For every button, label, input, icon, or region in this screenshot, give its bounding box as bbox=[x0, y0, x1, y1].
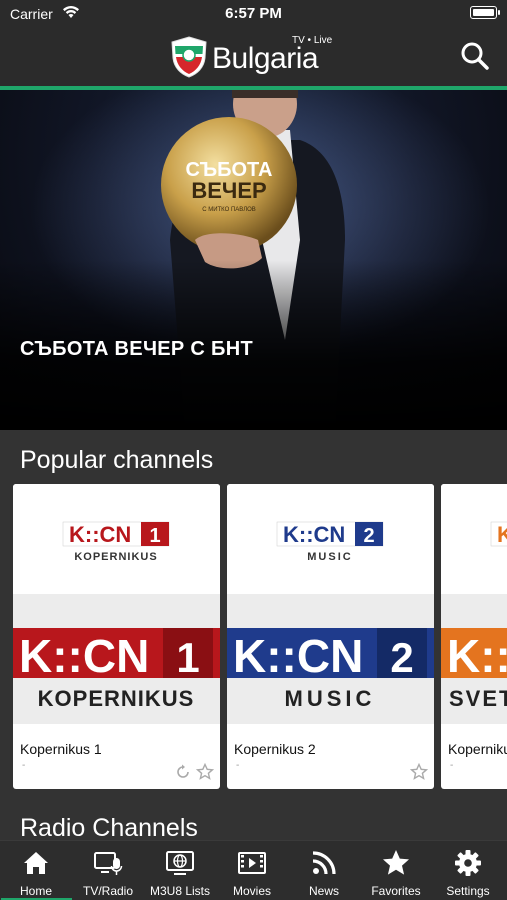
search-icon[interactable] bbox=[459, 40, 491, 72]
channel-actions bbox=[410, 763, 428, 783]
svg-text:2: 2 bbox=[363, 525, 374, 547]
svg-text:K::CN: K::CN bbox=[69, 522, 131, 547]
logo-wordmark: Bulgaria bbox=[212, 42, 319, 75]
tab-tv-radio[interactable]: TV/Radio bbox=[72, 841, 144, 900]
tab-m3u8-lists[interactable]: M3U8 Lists bbox=[144, 841, 216, 900]
svg-text:K::CN: K::CN bbox=[19, 630, 149, 682]
popular-channels-heading: Popular channels bbox=[20, 446, 214, 474]
logo-subtitle: TV • Live bbox=[292, 35, 333, 46]
channel-name: Kopernikus 2 bbox=[234, 741, 316, 757]
art-title-line2: ВЕЧЕР bbox=[191, 178, 266, 203]
channel-subtitle: - bbox=[236, 760, 240, 771]
home-icon bbox=[24, 852, 48, 874]
channel-card[interactable]: K::CN 2 MUSIC K::CN 2 MUSIC Kopernikus 2… bbox=[227, 484, 434, 789]
refresh-icon[interactable] bbox=[174, 763, 192, 781]
gear-icon bbox=[455, 850, 481, 876]
channel-logo-area: K::CN 2 MUSIC bbox=[227, 484, 434, 594]
channel-logo: K::CN 2 MUSIC bbox=[276, 521, 384, 563]
app-screen: Carrier 6:57 PM Bulgaria TV • Live СЪБОТ… bbox=[0, 0, 507, 900]
svg-text:KOPERNIKUS: KOPERNIKUS bbox=[38, 686, 195, 711]
tab-label: Settings bbox=[446, 884, 490, 898]
svg-text:K::CN: K::CN bbox=[447, 630, 507, 682]
channel-name: Kopernikus 1 bbox=[20, 741, 102, 757]
tab-settings[interactable]: Settings bbox=[432, 841, 504, 900]
nav-bar: Bulgaria TV • Live bbox=[0, 28, 507, 86]
tab-movies[interactable]: Movies bbox=[216, 841, 288, 900]
app-logo: Bulgaria TV • Live bbox=[168, 32, 343, 82]
tab-home[interactable]: Home bbox=[0, 841, 72, 900]
featured-title: СЪБОТА ВЕЧЕР С БНТ bbox=[20, 338, 253, 360]
svg-text:K::CN: K::CN bbox=[233, 630, 363, 682]
channel-subtitle: - bbox=[22, 760, 26, 771]
tab-favorites[interactable]: Favorites bbox=[360, 841, 432, 900]
clock: 6:57 PM bbox=[225, 5, 282, 22]
status-bar: Carrier 6:57 PM bbox=[0, 0, 507, 28]
radio-channels-heading: Radio Channels bbox=[20, 814, 198, 842]
svg-text:1: 1 bbox=[149, 525, 160, 547]
svg-text:1: 1 bbox=[176, 634, 199, 681]
svg-text:K::CN: K::CN bbox=[283, 522, 345, 547]
movies-icon bbox=[238, 852, 266, 874]
star-icon bbox=[383, 850, 409, 875]
svg-text:MUSIC: MUSIC bbox=[307, 551, 352, 563]
channel-logo: K::CN SVET bbox=[490, 521, 507, 547]
tab-news[interactable]: News bbox=[288, 841, 360, 900]
news-rss-icon bbox=[312, 851, 336, 875]
favorite-star-icon[interactable] bbox=[410, 763, 428, 781]
channel-logo-area: K::CN SVET bbox=[441, 484, 507, 594]
channel-thumbnail: K::CN SVET bbox=[441, 594, 507, 724]
channel-thumbnail: K::CN 1 KOPERNIKUS bbox=[13, 594, 220, 724]
popular-channels-carousel[interactable]: K::CN 1 KOPERNIKUS K::CN 1 KOPERNIKUS Ko… bbox=[13, 484, 507, 789]
channel-actions bbox=[174, 763, 214, 783]
svg-text:MUSIC: MUSIC bbox=[285, 686, 376, 711]
favorite-star-icon[interactable] bbox=[196, 763, 214, 781]
channel-name: Kopernikus 3 bbox=[448, 741, 507, 757]
art-title-line3: С МИТКО ПАВЛОВ bbox=[202, 207, 256, 213]
bulgaria-badge-icon bbox=[171, 36, 207, 78]
channel-logo-area: K::CN 1 KOPERNIKUS bbox=[13, 484, 220, 594]
tab-bar: Home TV/Radio M3U8 Lists Movies News Fav… bbox=[0, 840, 507, 900]
battery-icon bbox=[470, 6, 500, 19]
featured-banner[interactable]: СЪБОТА ВЕЧЕР С МИТКО ПАВЛОВ СЪБОТА ВЕЧЕР… bbox=[0, 90, 507, 430]
m3u8-list-icon bbox=[166, 851, 194, 875]
channel-logo: K::CN 1 KOPERNIKUS bbox=[62, 521, 170, 563]
svg-text:KOPERNIKUS: KOPERNIKUS bbox=[74, 551, 157, 563]
channel-thumbnail: K::CN 2 MUSIC bbox=[227, 594, 434, 724]
channel-subtitle: - bbox=[450, 760, 454, 771]
channel-card[interactable]: K::CN SVET K::CN SVET Kopernikus 3 - bbox=[441, 484, 507, 789]
svg-text:K::CN: K::CN bbox=[497, 522, 507, 547]
svg-text:2: 2 bbox=[390, 634, 413, 681]
channel-card[interactable]: K::CN 1 KOPERNIKUS K::CN 1 KOPERNIKUS Ko… bbox=[13, 484, 220, 789]
tv-radio-icon bbox=[94, 852, 123, 875]
svg-text:SVET: SVET bbox=[449, 686, 507, 711]
